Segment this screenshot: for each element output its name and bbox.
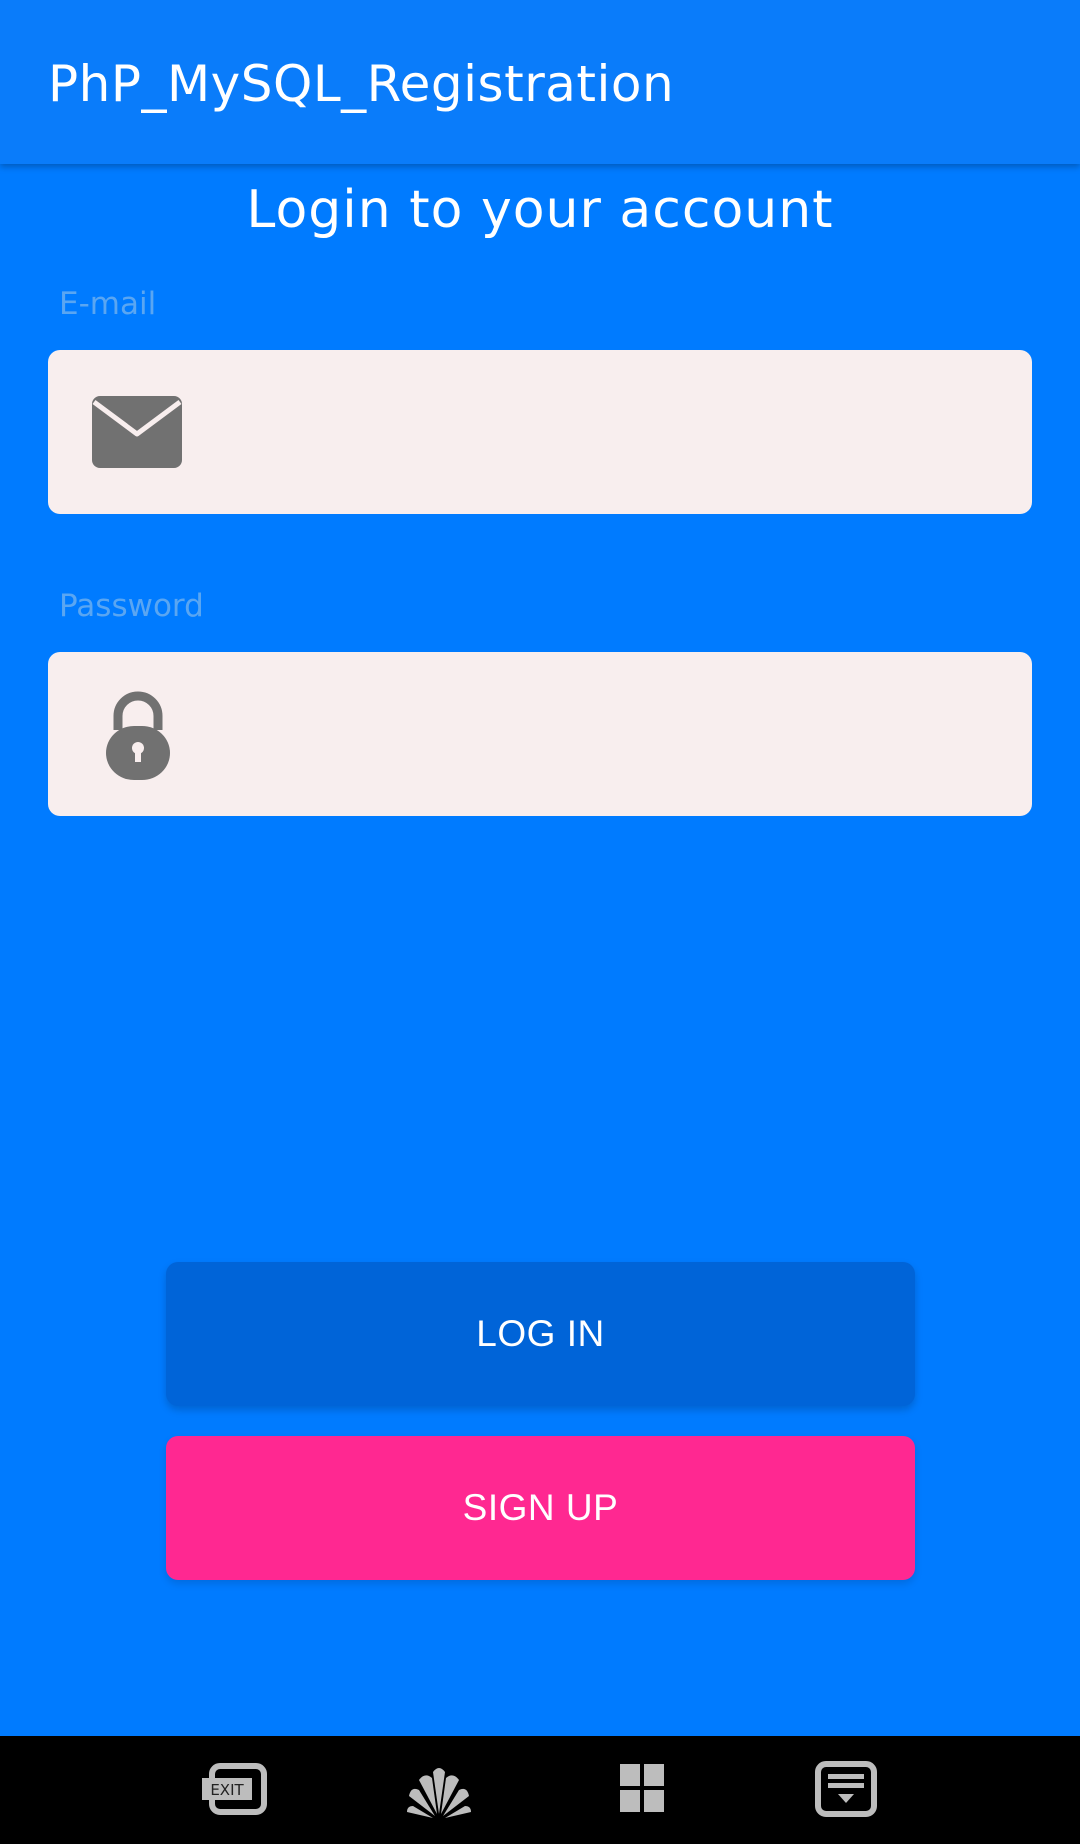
app-title: PhP_MySQL_Registration bbox=[48, 55, 675, 113]
password-field-container[interactable] bbox=[48, 652, 1032, 818]
email-field-container[interactable] bbox=[48, 350, 1032, 516]
password-input[interactable] bbox=[208, 652, 1012, 818]
exit-icon[interactable]: EXIT bbox=[200, 1758, 268, 1822]
exit-label: EXIT bbox=[210, 1781, 244, 1799]
password-label: Password bbox=[59, 588, 204, 624]
email-label: E-mail bbox=[59, 286, 157, 322]
navigation-bar: EXIT bbox=[0, 1736, 1080, 1844]
app-bar: PhP_MySQL_Registration bbox=[0, 0, 1080, 164]
grid-icon[interactable] bbox=[608, 1758, 676, 1822]
signup-button[interactable]: SIGN UP bbox=[166, 1436, 915, 1580]
huawei-logo-icon[interactable] bbox=[405, 1758, 473, 1822]
login-button[interactable]: LOG IN bbox=[166, 1262, 915, 1406]
screen-title: Login to your account bbox=[246, 180, 834, 240]
keyboard-hide-icon[interactable] bbox=[812, 1758, 880, 1822]
envelope-icon bbox=[92, 396, 182, 468]
lock-icon bbox=[106, 691, 170, 780]
email-input[interactable] bbox=[208, 350, 1012, 516]
